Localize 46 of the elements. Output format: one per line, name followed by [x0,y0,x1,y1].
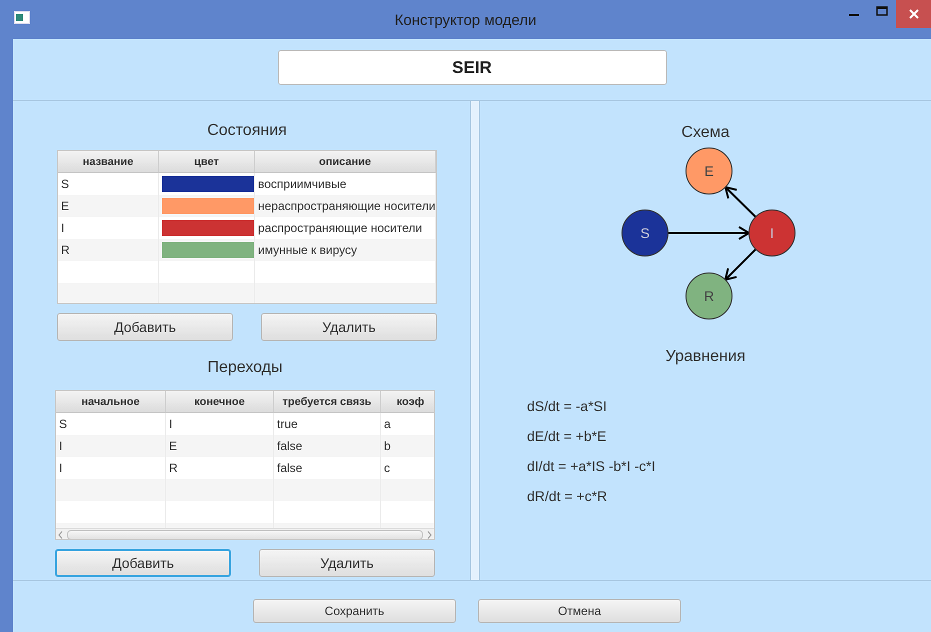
delete-button[interactable]: Удалить [259,549,435,577]
section-title: Состояния [206,121,288,141]
table-cell: E [58,195,159,217]
minimize-icon [849,14,859,16]
table-cell: b [381,435,434,457]
column-header[interactable]: требуется связь [274,391,381,412]
table-cell: R [58,239,159,261]
state-node[interactable] [622,210,668,256]
delete-button[interactable]: Удалить [261,313,437,341]
column-header[interactable]: конечное [166,391,274,412]
equation: dE/dt = +b*E [527,427,608,446]
node-label: R [704,288,714,304]
column-header[interactable]: описание [255,151,436,172]
equation: dS/dt = -a*SI [527,397,608,416]
add-button[interactable]: Добавить [57,313,233,341]
state-node[interactable] [686,272,732,320]
table-cell: нераспространяющие носители [255,195,436,217]
save-button[interactable]: Сохранить [253,599,456,623]
node-label: E [704,163,714,179]
column-header[interactable]: цвет [159,151,255,172]
maximize-icon [876,6,888,16]
arrow [724,186,756,218]
section-title: Уравнения [664,347,746,367]
table-cell: E [166,435,274,457]
column-header[interactable]: начальное [56,391,166,412]
column-header[interactable]: коэф [381,391,434,412]
equation: dI/dt = +a*IS -b*I -c*I [527,457,656,476]
model-name-field[interactable]: SEIR [278,50,666,85]
table-cell: false [274,435,381,457]
app-icon [14,11,30,24]
table-cell: имунные к вирусу [255,239,436,261]
node-label: S [640,225,650,241]
column-header[interactable]: название [58,151,159,172]
table-cell: I [56,435,166,457]
section-title: Схема [680,123,731,143]
window-title: Конструктор модели [394,11,538,29]
arrow [724,248,756,282]
cancel-button[interactable]: Отмена [478,599,681,623]
close-icon [908,9,918,19]
state-node[interactable] [748,210,796,256]
close-button[interactable] [896,0,931,28]
node-label: I [770,225,774,241]
equation: dR/dt = +c*R [527,487,608,506]
section-title: Переходы [206,358,284,378]
add-button[interactable]: Добавить [55,549,231,577]
state-node[interactable] [686,148,732,194]
